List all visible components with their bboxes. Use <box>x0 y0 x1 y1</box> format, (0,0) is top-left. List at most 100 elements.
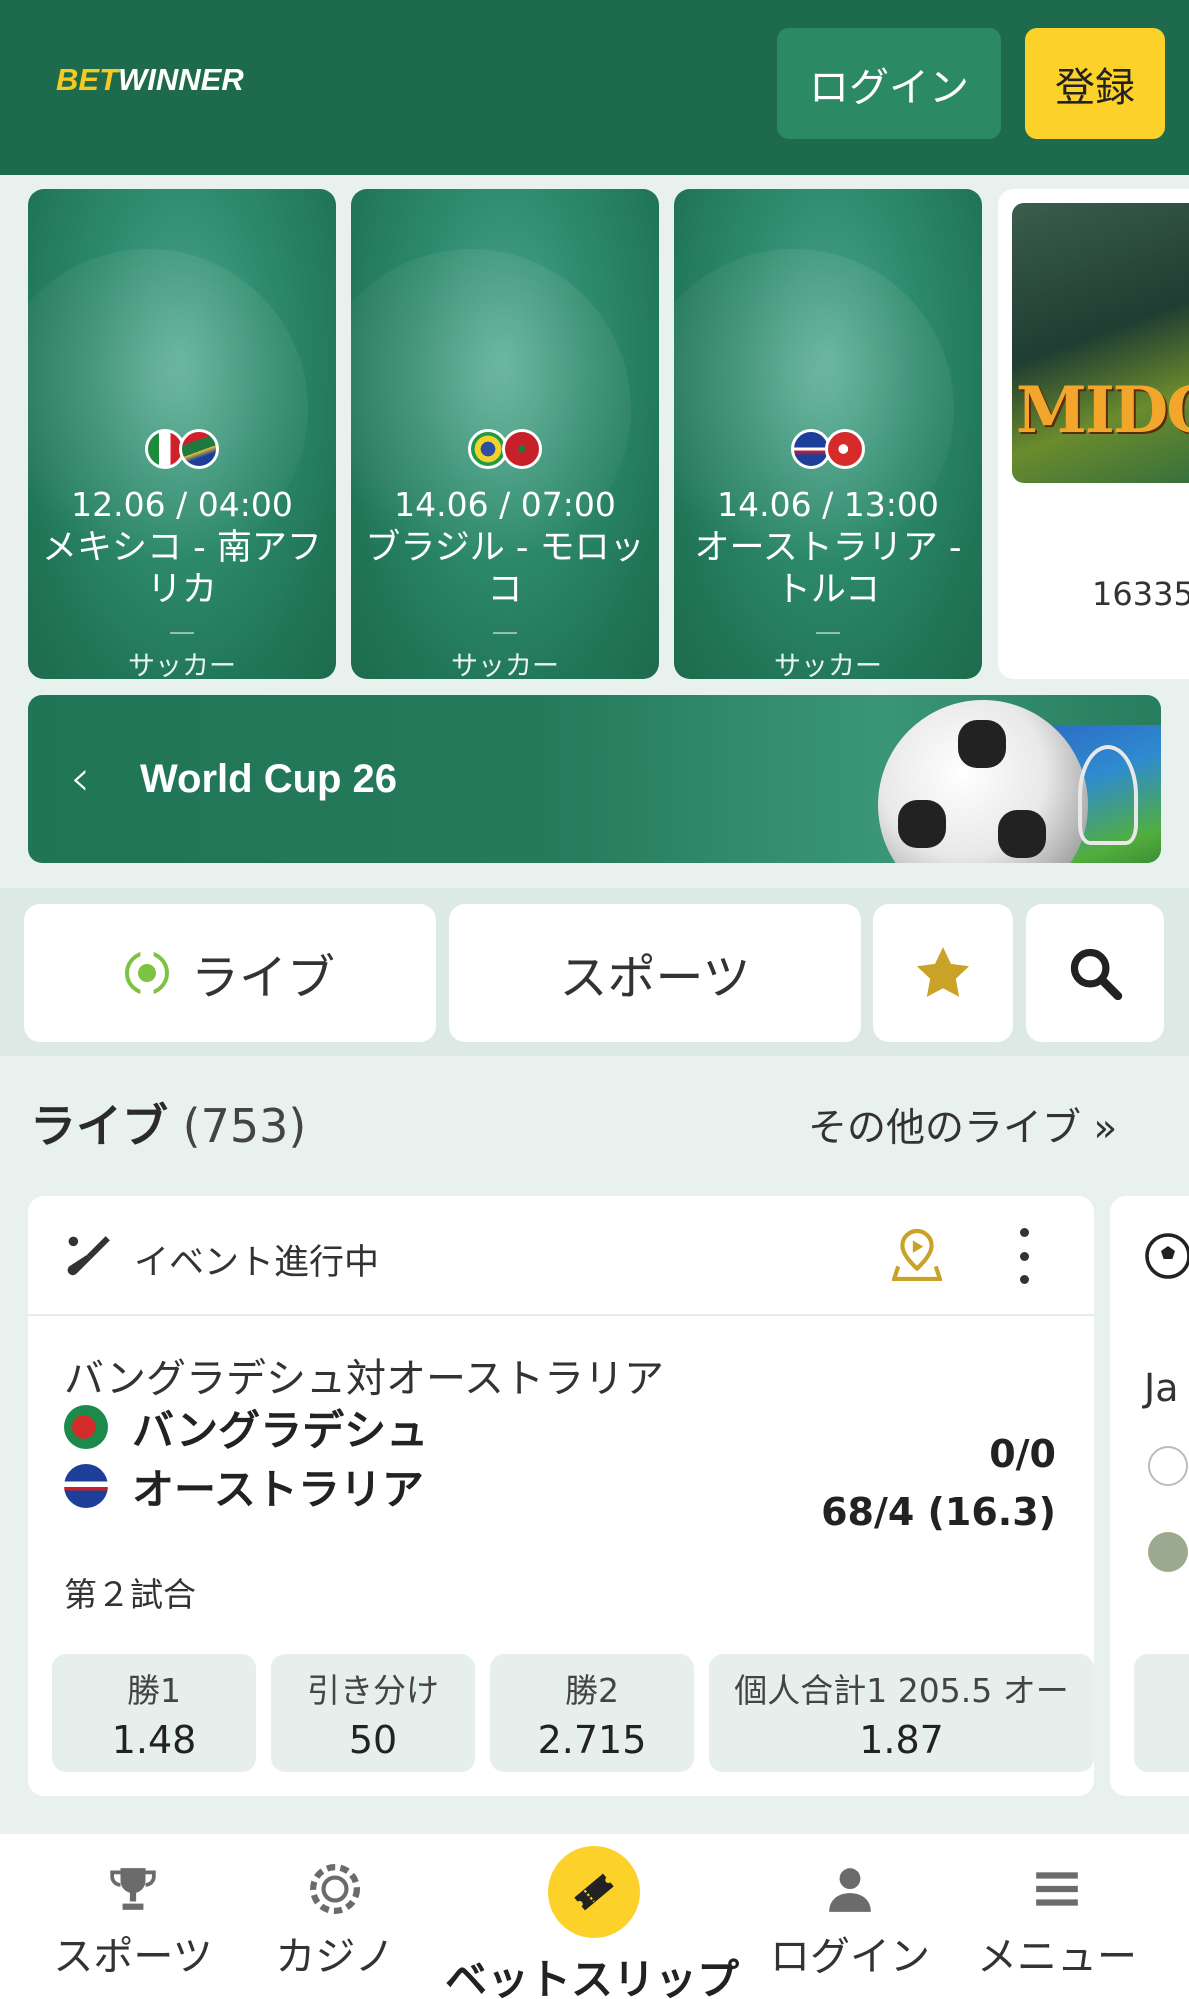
logo-bet-text: BET <box>56 62 118 97</box>
betslip-button[interactable] <box>548 1846 640 1938</box>
soccer-ball-icon <box>878 700 1088 863</box>
sports-tab[interactable]: スポーツ <box>449 904 861 1042</box>
team2-name: オーストラリア <box>132 1464 424 1514</box>
match-datetime: 14.06 / 13:00 <box>717 485 939 524</box>
bottom-nav-login-label: ログイン <box>770 1934 930 1980</box>
team2-score: 68/4 (16.3) <box>821 1490 1056 1534</box>
trophy-icon <box>1078 745 1138 845</box>
live-event-card[interactable]: Ja <box>1110 1196 1189 1796</box>
betwinner-logo[interactable]: BETWINNER <box>56 62 244 98</box>
event-title: Ja <box>1144 1366 1179 1410</box>
register-button[interactable]: 登録 <box>1025 28 1165 139</box>
match-banner-carousel[interactable]: 12.06 / 04:00 メキシコ - 南アフリカ サッカー 14.06 / … <box>0 175 1189 685</box>
logo-winner-text: WINNER <box>118 62 244 97</box>
chevron-left-icon[interactable]: ‹ <box>70 749 90 807</box>
ticket-icon <box>574 1873 614 1911</box>
soccer-ball-icon <box>1145 1233 1189 1279</box>
match-teams: オーストラリア - トルコ <box>694 528 962 610</box>
match-sport: サッカー <box>128 651 236 679</box>
team1-score: 0/0 <box>989 1432 1056 1476</box>
south-africa-flag-icon <box>179 429 219 469</box>
bottom-navigation: スポーツ カジノ ベットスリップ ログイン メニュー <box>0 1834 1189 1999</box>
search-icon <box>1070 948 1123 1001</box>
top-header: BETWINNER ログイン 登録 <box>0 0 1189 175</box>
morocco-flag-icon <box>502 429 542 469</box>
team1-name: バングラデシュ <box>132 1405 429 1455</box>
team-logo <box>1148 1532 1188 1572</box>
turkey-flag-icon <box>825 429 865 469</box>
team-row-2: オーストラリア <box>64 1461 424 1514</box>
event-card-header: イベント進行中 <box>28 1196 1094 1316</box>
odds-label: 勝1 <box>127 1671 181 1710</box>
match-datetime: 12.06 / 04:00 <box>71 485 293 524</box>
odds-button-win2[interactable]: 勝2 2.715 <box>490 1654 694 1772</box>
hamburger-menu-icon <box>1036 1872 1078 1906</box>
world-cup-title: World Cup 26 <box>140 757 398 801</box>
match-sport: サッカー <box>451 651 559 679</box>
bottom-nav-menu[interactable]: メニュー <box>972 1864 1142 1982</box>
odds-value: 1.87 <box>859 1718 944 1762</box>
section-nav: ライブ スポーツ <box>0 888 1189 1056</box>
live-section-header: ライブ (753) <box>30 1090 306 1156</box>
user-icon <box>829 1868 871 1912</box>
match-teams: ブラジル - モロッコ <box>365 528 645 610</box>
live-section-label: ライブ <box>30 1099 168 1153</box>
odds-value: 2.715 <box>537 1718 647 1762</box>
bottom-nav-sports[interactable]: スポーツ <box>48 1864 218 1982</box>
event-title: バングラデシュ対オーストラリア <box>64 1356 664 1402</box>
team-flags <box>674 429 982 469</box>
odds-label: 引き分け <box>307 1671 439 1710</box>
live-indicator-icon <box>124 951 169 995</box>
team-row-1: バングラデシュ <box>64 1402 428 1455</box>
bottom-nav-sports-label: スポーツ <box>53 1934 213 1980</box>
team-flags <box>28 429 336 469</box>
live-tab[interactable]: ライブ <box>24 904 436 1042</box>
divider <box>170 632 194 634</box>
australia-flag-icon <box>64 1464 108 1508</box>
casino-chip-icon <box>310 1864 360 1914</box>
team-logo <box>1148 1446 1188 1486</box>
world-cup-banner[interactable]: ‹ World Cup 26 <box>28 695 1161 863</box>
divider <box>816 632 840 634</box>
event-status: イベント進行中 <box>134 1243 380 1283</box>
odds-label: 勝2 <box>565 1671 619 1710</box>
odds-button-win1[interactable]: 勝1 1.48 <box>52 1654 256 1772</box>
odds-button-draw[interactable]: 引き分け 50 <box>271 1654 475 1772</box>
bottom-nav-menu-label: メニュー <box>977 1934 1137 1980</box>
live-tab-label: ライブ <box>190 950 335 1006</box>
more-live-link[interactable]: その他のライブ » <box>808 1097 1117 1153</box>
match-banner-card[interactable]: 14.06 / 13:00 オーストラリア - トルコ サッカー <box>674 189 982 679</box>
match-banner-card[interactable]: 14.06 / 07:00 ブラジル - モロッコ サッカー <box>351 189 659 679</box>
bottom-nav-casino-label: カジノ <box>275 1934 395 1980</box>
bottom-nav-betslip-label[interactable]: ベットスリップ <box>445 1946 739 1999</box>
divider <box>493 632 517 634</box>
live-count: (753) <box>182 1099 307 1153</box>
login-button[interactable]: ログイン <box>777 28 1001 139</box>
match-banner-card[interactable]: 12.06 / 04:00 メキシコ - 南アフリカ サッカー <box>28 189 336 679</box>
odds-value: 1.48 <box>111 1718 197 1762</box>
favorites-button[interactable] <box>873 904 1013 1042</box>
trophy-icon <box>110 1868 156 1910</box>
live-event-card[interactable]: イベント進行中 バングラデシュ対オーストラリア バングラデシュ 0/0 オースト… <box>28 1196 1094 1796</box>
game-title: MIDGA <box>1016 373 1189 448</box>
more-options-icon[interactable] <box>1014 1228 1034 1284</box>
match-datetime: 14.06 / 07:00 <box>394 485 616 524</box>
bottom-nav-casino[interactable]: カジノ <box>250 1864 420 1982</box>
odds-label: 個人合計1 205.5 オー <box>734 1671 1069 1710</box>
video-stream-icon[interactable] <box>892 1228 942 1284</box>
odds-button-total[interactable]: 個人合計1 205.5 オー 1.87 <box>709 1654 1094 1772</box>
star-icon <box>916 947 970 997</box>
bangladesh-flag-icon <box>64 1405 108 1449</box>
team-flags <box>351 429 659 469</box>
odds-value: 50 <box>348 1718 398 1762</box>
match-teams: メキシコ - 南アフリカ <box>42 528 322 610</box>
game-thumbnail: MIDGA <box>1012 203 1189 483</box>
casino-game-card[interactable]: MIDGA 16335 <box>998 189 1189 679</box>
match-sport: サッカー <box>774 651 882 679</box>
cricket-bat-icon <box>67 1236 110 1276</box>
game-number: 第２試合 <box>64 1575 196 1614</box>
bottom-nav-login[interactable]: ログイン <box>765 1864 935 1982</box>
search-button[interactable] <box>1026 904 1164 1042</box>
game-player-count: 16335 <box>1092 575 1189 613</box>
odds-button[interactable] <box>1134 1654 1189 1772</box>
